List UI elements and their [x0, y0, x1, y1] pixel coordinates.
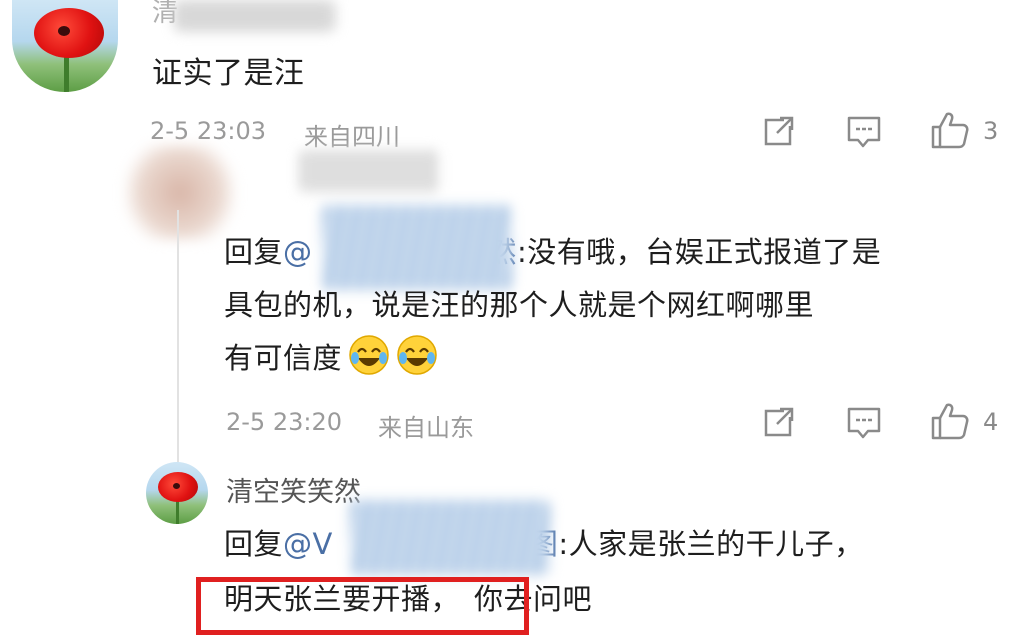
- avatar-flower-center: [173, 483, 180, 489]
- avatar[interactable]: [146, 462, 208, 524]
- comment-icon[interactable]: [846, 114, 882, 150]
- comment-text: 证实了是汪: [152, 56, 305, 91]
- reply-1-like-count: 4: [983, 408, 999, 436]
- comment-timestamp: 2-5 23:03: [150, 117, 266, 145]
- laughing-crying-emoji: [397, 335, 437, 375]
- username-blur: [175, 0, 335, 32]
- reply-prefix: 回复: [224, 527, 284, 561]
- share-icon[interactable]: [762, 405, 796, 439]
- comment-thread: 清 证实了是汪 2-5 23:03 来自四川 3 回复@然:没有哦，台娱正式: [0, 0, 1033, 638]
- reply-mention-at[interactable]: @: [283, 235, 313, 269]
- highlight-box: [196, 577, 529, 635]
- thumbs-up-icon[interactable]: [930, 401, 970, 441]
- reply-prefix: 回复: [224, 235, 284, 269]
- share-icon[interactable]: [762, 114, 796, 148]
- reply-text: :没有哦，台娱正式报道了是: [517, 235, 882, 269]
- reply-1-timestamp: 2-5 23:20: [226, 408, 342, 436]
- reply-text: :人家是张兰的干儿子，: [558, 527, 864, 561]
- reply-1-line-2: 具包的机，说是汪的那个人就是个网红啊哪里: [224, 288, 815, 322]
- mention-blur: [350, 500, 550, 575]
- thumbs-up-icon[interactable]: [930, 110, 970, 150]
- reply-mention-at[interactable]: @V: [283, 527, 333, 561]
- reply-text: 有可信度: [224, 341, 343, 375]
- reply-1-line-3: 有可信度: [224, 334, 438, 382]
- reply-2-username[interactable]: 清空笑笑然: [226, 470, 361, 509]
- thread-line: [177, 210, 179, 470]
- blurred-avatar: [125, 145, 235, 240]
- comment-location: 来自四川: [304, 123, 400, 151]
- mention-blur: [322, 205, 512, 290]
- avatar[interactable]: [12, 0, 118, 92]
- comment-icon[interactable]: [846, 405, 882, 441]
- comment-like-count: 3: [983, 117, 999, 145]
- blurred-username: [300, 150, 440, 192]
- laughing-crying-emoji: [349, 335, 389, 375]
- avatar-flower-center: [58, 26, 70, 36]
- reply-1-location: 来自山东: [378, 414, 474, 442]
